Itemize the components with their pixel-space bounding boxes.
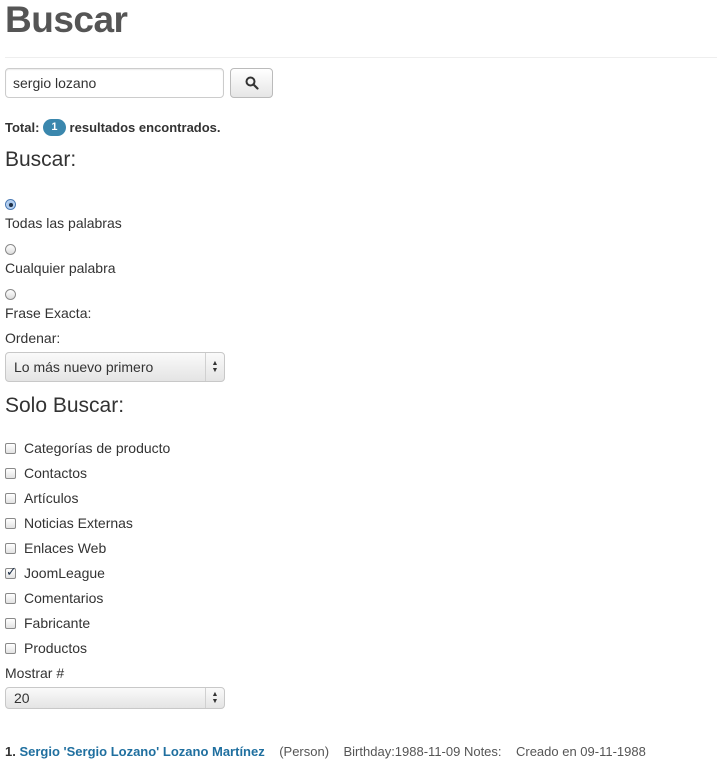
area-checkbox-product-categories[interactable]: Categorías de producto — [5, 440, 170, 456]
total-suffix: resultados encontrados. — [69, 120, 221, 135]
search-icon — [245, 76, 259, 90]
area-checkbox-manufacturer[interactable]: Fabricante — [5, 615, 90, 631]
total-label: Total: — [5, 120, 40, 135]
area-checkbox-products[interactable]: Productos — [5, 640, 87, 656]
area-label: Artículos — [24, 490, 79, 506]
area-checkbox-comments[interactable]: Comentarios — [5, 590, 103, 606]
area-label: Contactos — [24, 465, 88, 481]
limit-label: Mostrar # — [5, 665, 65, 681]
radio-control[interactable] — [5, 289, 16, 300]
search-areas-heading: Solo Buscar: — [5, 394, 125, 417]
area-checkbox-articles[interactable]: Artículos — [5, 490, 78, 506]
ordering-selected-value: Lo más nuevo primero — [14, 359, 154, 375]
ordering-label: Ordenar: — [5, 330, 61, 346]
result-number: 1. — [5, 744, 16, 759]
area-checkbox-newsfeeds[interactable]: Noticias Externas — [5, 515, 133, 531]
area-checkbox-weblinks[interactable]: Enlaces Web — [5, 540, 106, 556]
search-input[interactable] — [5, 68, 224, 98]
select-arrows-icon: ▲ ▼ — [205, 688, 224, 708]
area-checkbox-joomleague[interactable]: JoomLeague — [5, 564, 105, 581]
search-mode-heading: Buscar: — [5, 148, 77, 171]
checkbox-control[interactable] — [5, 442, 16, 454]
radio-control[interactable] — [5, 199, 16, 210]
area-label: Fabricante — [24, 615, 91, 631]
result-title-link[interactable]: Sergio 'Sergio Lozano' Lozano Martínez — [19, 744, 264, 759]
checkbox-control[interactable] — [5, 517, 16, 529]
radio-label-exact-phrase: Frase Exacta: — [5, 305, 92, 321]
radio-all-words[interactable] — [5, 199, 16, 210]
area-checkbox-contacts[interactable]: Contactos — [5, 465, 87, 481]
result-item: 1. Sergio 'Sergio Lozano' Lozano Martíne… — [5, 744, 646, 759]
area-label: JoomLeague — [24, 565, 105, 581]
search-button[interactable] — [230, 68, 273, 98]
area-label: Enlaces Web — [24, 540, 107, 556]
limit-select[interactable]: 20 ▲ ▼ — [5, 687, 225, 709]
checkbox-control[interactable] — [5, 642, 16, 654]
ordering-select[interactable]: Lo más nuevo primero ▲ ▼ — [5, 352, 225, 382]
limit-selected-value: 20 — [14, 690, 30, 706]
checkbox-control[interactable] — [5, 542, 16, 554]
checkbox-control[interactable] — [5, 492, 16, 504]
checkbox-control[interactable] — [5, 617, 16, 629]
area-label: Noticias Externas — [24, 515, 133, 531]
select-arrows-icon: ▲ ▼ — [205, 353, 224, 381]
radio-label-all-words: Todas las palabras — [5, 215, 122, 231]
radio-control[interactable] — [5, 244, 16, 255]
result-created: Creado en 09-11-1988 — [515, 744, 646, 759]
page-title: Buscar — [5, 0, 128, 40]
radio-label-any-word: Cualquier palabra — [5, 260, 116, 276]
checkbox-control[interactable] — [5, 592, 16, 604]
results-total: Total: 1 resultados encontrados. — [5, 119, 221, 136]
area-label: Comentarios — [24, 590, 104, 606]
area-label: Categorías de producto — [24, 440, 171, 456]
result-type: (Person) — [279, 744, 330, 759]
results-count-badge: 1 — [43, 119, 66, 136]
area-label: Productos — [24, 640, 88, 656]
checkbox-control[interactable] — [5, 564, 17, 580]
title-divider — [5, 57, 717, 58]
result-details: Birthday:1988-11-09 Notes: — [343, 744, 502, 759]
radio-exact-phrase[interactable] — [5, 289, 16, 300]
checkbox-control[interactable] — [5, 467, 16, 479]
radio-any-word[interactable] — [5, 244, 16, 255]
